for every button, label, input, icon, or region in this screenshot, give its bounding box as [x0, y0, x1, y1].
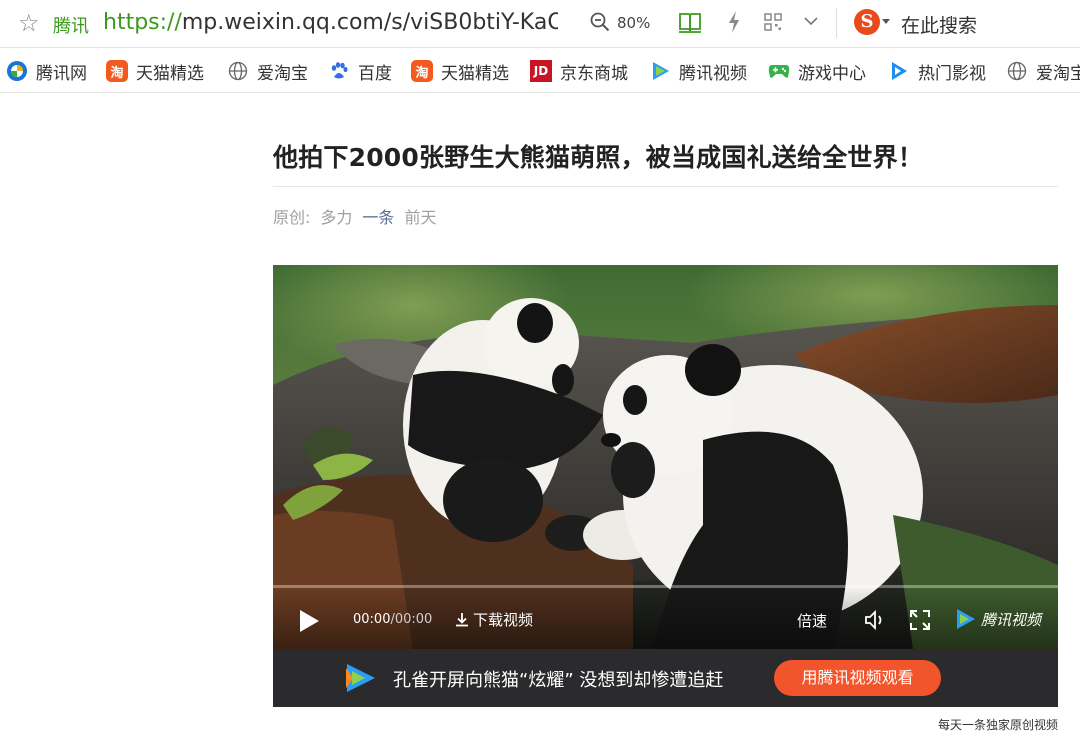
original-label: 原创: [273, 208, 311, 227]
tencent-video-icon [649, 60, 671, 82]
zoom-level-readout[interactable]: 80% [617, 14, 650, 32]
tencent-icon [6, 60, 28, 82]
globe-icon [227, 60, 249, 82]
play-icon[interactable] [297, 608, 321, 634]
tencent-video-logo-icon [346, 664, 375, 692]
tencent-video-brand[interactable]: 腾讯视频 [953, 607, 1041, 631]
lightning-bolt-icon[interactable] [726, 10, 742, 34]
video-time: 00:00/00:00 [353, 612, 432, 627]
bookmark-label: 爱淘宝 [257, 63, 308, 84]
duration: /00:00 [390, 612, 433, 627]
bookmark-item[interactable]: 淘 天猫精选 [106, 49, 204, 92]
bookmark-item[interactable]: JD 京东商城 [530, 49, 628, 92]
toolbar-divider [836, 8, 837, 38]
title-divider [273, 186, 1058, 187]
bookmark-item[interactable]: 腾讯网 [6, 49, 87, 92]
bookmark-item[interactable]: 淘 天猫精选 [411, 49, 509, 92]
bookmark-item[interactable]: 爱淘宝 [227, 49, 308, 92]
url-field[interactable]: https://mp.weixin.qq.com/s/viSB0btiY-KaO… [103, 8, 558, 38]
gamepad-icon [768, 60, 790, 82]
watch-in-tencent-video-button[interactable]: 用腾讯视频观看 [774, 660, 941, 696]
video-caption: 每天一条独家原创视频 [937, 718, 1058, 732]
article-meta: 原创: 多力 一条 前天 [273, 204, 446, 228]
recommended-video-title[interactable]: 孔雀开屏向熊猫“炫耀” 没想到却惨遭追赶 [393, 666, 723, 692]
taobao-icon: 淘 [411, 60, 433, 82]
search-box[interactable]: 在此搜索 [901, 11, 977, 38]
baidu-paw-icon [328, 60, 350, 82]
url-protocol: https:// [103, 10, 182, 35]
download-icon [456, 613, 468, 627]
bookmark-label: 天猫精选 [136, 63, 204, 84]
recommended-video-bar[interactable]: 孔雀开屏向熊猫“炫耀” 没想到却惨遭追赶 用腾讯视频观看 [273, 649, 1058, 707]
video-controls: 00:00/00:00 下载视频 倍速 腾讯视频 [273, 588, 1058, 649]
bookmarks-bar: 腾讯网 淘 天猫精选 爱淘宝 百度 淘 天猫精选 JD 京东商城 腾讯视频 游戏… [0, 49, 1080, 93]
bookmark-item[interactable]: 游戏中心 [768, 49, 866, 92]
browser-address-bar: ☆ 腾讯 https://mp.weixin.qq.com/s/viSB0bti… [0, 0, 1080, 48]
publish-date: 前天 [404, 208, 437, 227]
current-time: 00:00 [353, 612, 391, 627]
bookmark-label: 百度 [358, 63, 392, 84]
bookmark-label: 京东商城 [560, 63, 628, 84]
bookmark-label: 爱淘宝 [1036, 63, 1080, 84]
bookmark-item[interactable]: 腾讯视频 [649, 49, 747, 92]
search-engine-dropdown-icon[interactable] [882, 19, 890, 24]
search-engine-logo[interactable]: S [854, 9, 880, 35]
author-name: 多力 [320, 208, 353, 227]
bookmark-label: 游戏中心 [798, 63, 866, 84]
video-player[interactable]: 00:00/00:00 下载视频 倍速 腾讯视频 [273, 265, 1058, 649]
zoom-magnifier-icon[interactable] [590, 12, 610, 32]
play-icon [888, 60, 910, 82]
bookmark-label: 热门影视 [918, 63, 986, 84]
bookmark-item[interactable]: 爱淘宝 [1006, 49, 1080, 92]
tencent-video-brand-label: 腾讯视频 [981, 610, 1042, 629]
account-name-link[interactable]: 一条 [362, 208, 394, 227]
bookmark-label: 天猫精选 [441, 63, 509, 84]
bookmark-item[interactable]: 热门影视 [888, 49, 986, 92]
site-identity-label[interactable]: 腾讯 [53, 12, 89, 38]
reading-mode-book-icon[interactable] [678, 11, 702, 33]
fullscreen-icon[interactable] [909, 609, 931, 631]
download-label: 下载视频 [473, 611, 534, 629]
bookmark-item[interactable]: 百度 [328, 49, 392, 92]
url-path: mp.weixin.qq.com/s/viSB0btiY-KaO6ZM [181, 10, 558, 35]
globe-icon [1006, 60, 1028, 82]
jd-icon: JD [530, 60, 552, 82]
qr-code-icon[interactable] [764, 13, 782, 31]
download-video-button[interactable]: 下载视频 [455, 609, 533, 630]
article-title: 他拍下2000张野生大熊猫萌照，被当成国礼送给全世界！ [273, 143, 923, 172]
bookmark-star-icon[interactable]: ☆ [18, 10, 44, 36]
bookmark-label: 腾讯网 [36, 63, 87, 84]
bookmark-label: 腾讯视频 [679, 63, 747, 84]
playback-speed-button[interactable]: 倍速 [797, 610, 827, 631]
taobao-icon: 淘 [106, 60, 128, 82]
volume-icon[interactable] [863, 608, 887, 632]
tencent-video-icon [957, 609, 975, 629]
chevron-down-icon[interactable] [803, 13, 819, 29]
